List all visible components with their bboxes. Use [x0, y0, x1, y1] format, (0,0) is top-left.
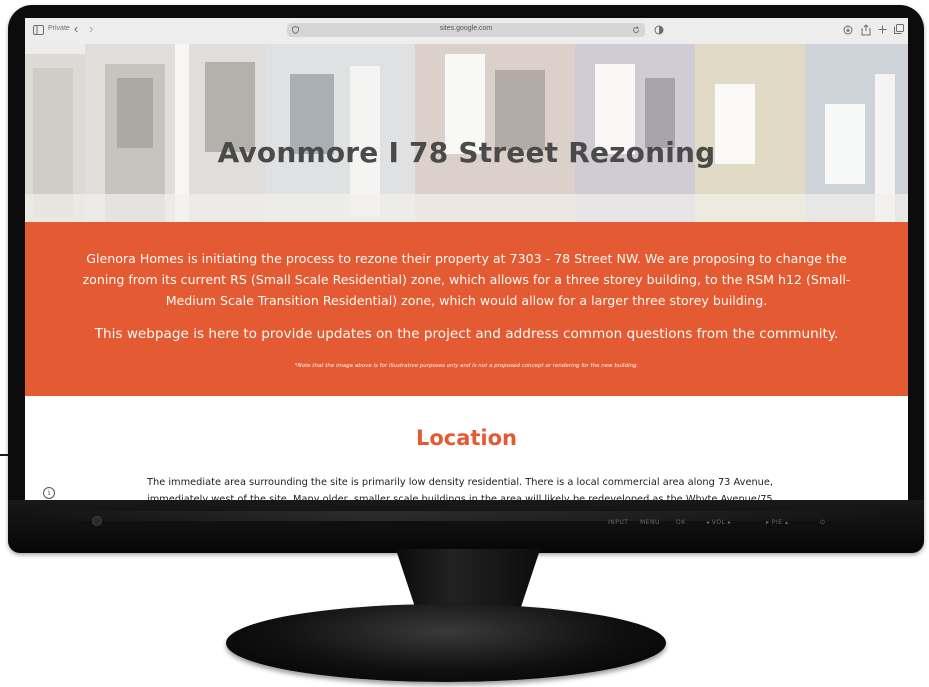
houses-photo — [25, 44, 908, 222]
address-bar[interactable]: sites.google.com — [287, 23, 645, 37]
url-text: sites.google.com — [439, 25, 493, 32]
share-icon[interactable] — [861, 24, 871, 36]
back-button[interactable]: ‹ — [74, 21, 78, 36]
monitor-base — [226, 604, 666, 682]
monitor-power-button[interactable]: ⏻ — [820, 519, 825, 527]
new-tab-icon[interactable] — [878, 25, 887, 34]
hero-banner: Avonmore I 78 Street Rezoning — [25, 44, 908, 222]
monitor-chin — [8, 500, 924, 553]
image-disclaimer: *Note that the image above is for illust… — [294, 363, 639, 369]
intro-banner: Glenora Homes is initiating the process … — [25, 222, 908, 396]
sidebar-icon[interactable] — [33, 25, 44, 35]
power-led-icon — [92, 516, 102, 526]
browser-toolbar: Private ‹ › sites.google.com — [25, 18, 908, 45]
location-text: The immediate area surrounding the site … — [147, 477, 774, 500]
privacy-icon[interactable] — [654, 25, 664, 35]
monitor-input-button[interactable]: INPUT — [608, 519, 628, 526]
page-title: Avonmore I 78 Street Rezoning — [217, 136, 716, 169]
intro-paragraph: Glenora Homes is initiating the process … — [82, 251, 851, 308]
private-label: Private — [48, 25, 70, 32]
monitor-pie-button[interactable]: ▸ PIE ▴ — [766, 519, 789, 526]
purpose-paragraph: This webpage is here to provide updates … — [94, 326, 839, 342]
info-icon[interactable]: i — [43, 487, 55, 499]
monitor-screen: Private ‹ › sites.google.com Avonmore I … — [25, 18, 908, 500]
reload-icon[interactable] — [632, 26, 640, 34]
monitor-volume-button[interactable]: ◂ VOL ▸ — [706, 519, 731, 526]
monitor-menu-button[interactable]: MENU — [640, 519, 660, 526]
chin-reflection — [30, 511, 890, 521]
monitor-ok-button[interactable]: OK — [676, 519, 686, 526]
forward-button[interactable]: › — [89, 21, 93, 36]
location-heading: Location — [415, 426, 518, 450]
download-icon[interactable] — [843, 25, 853, 35]
tabs-icon[interactable] — [894, 24, 904, 34]
